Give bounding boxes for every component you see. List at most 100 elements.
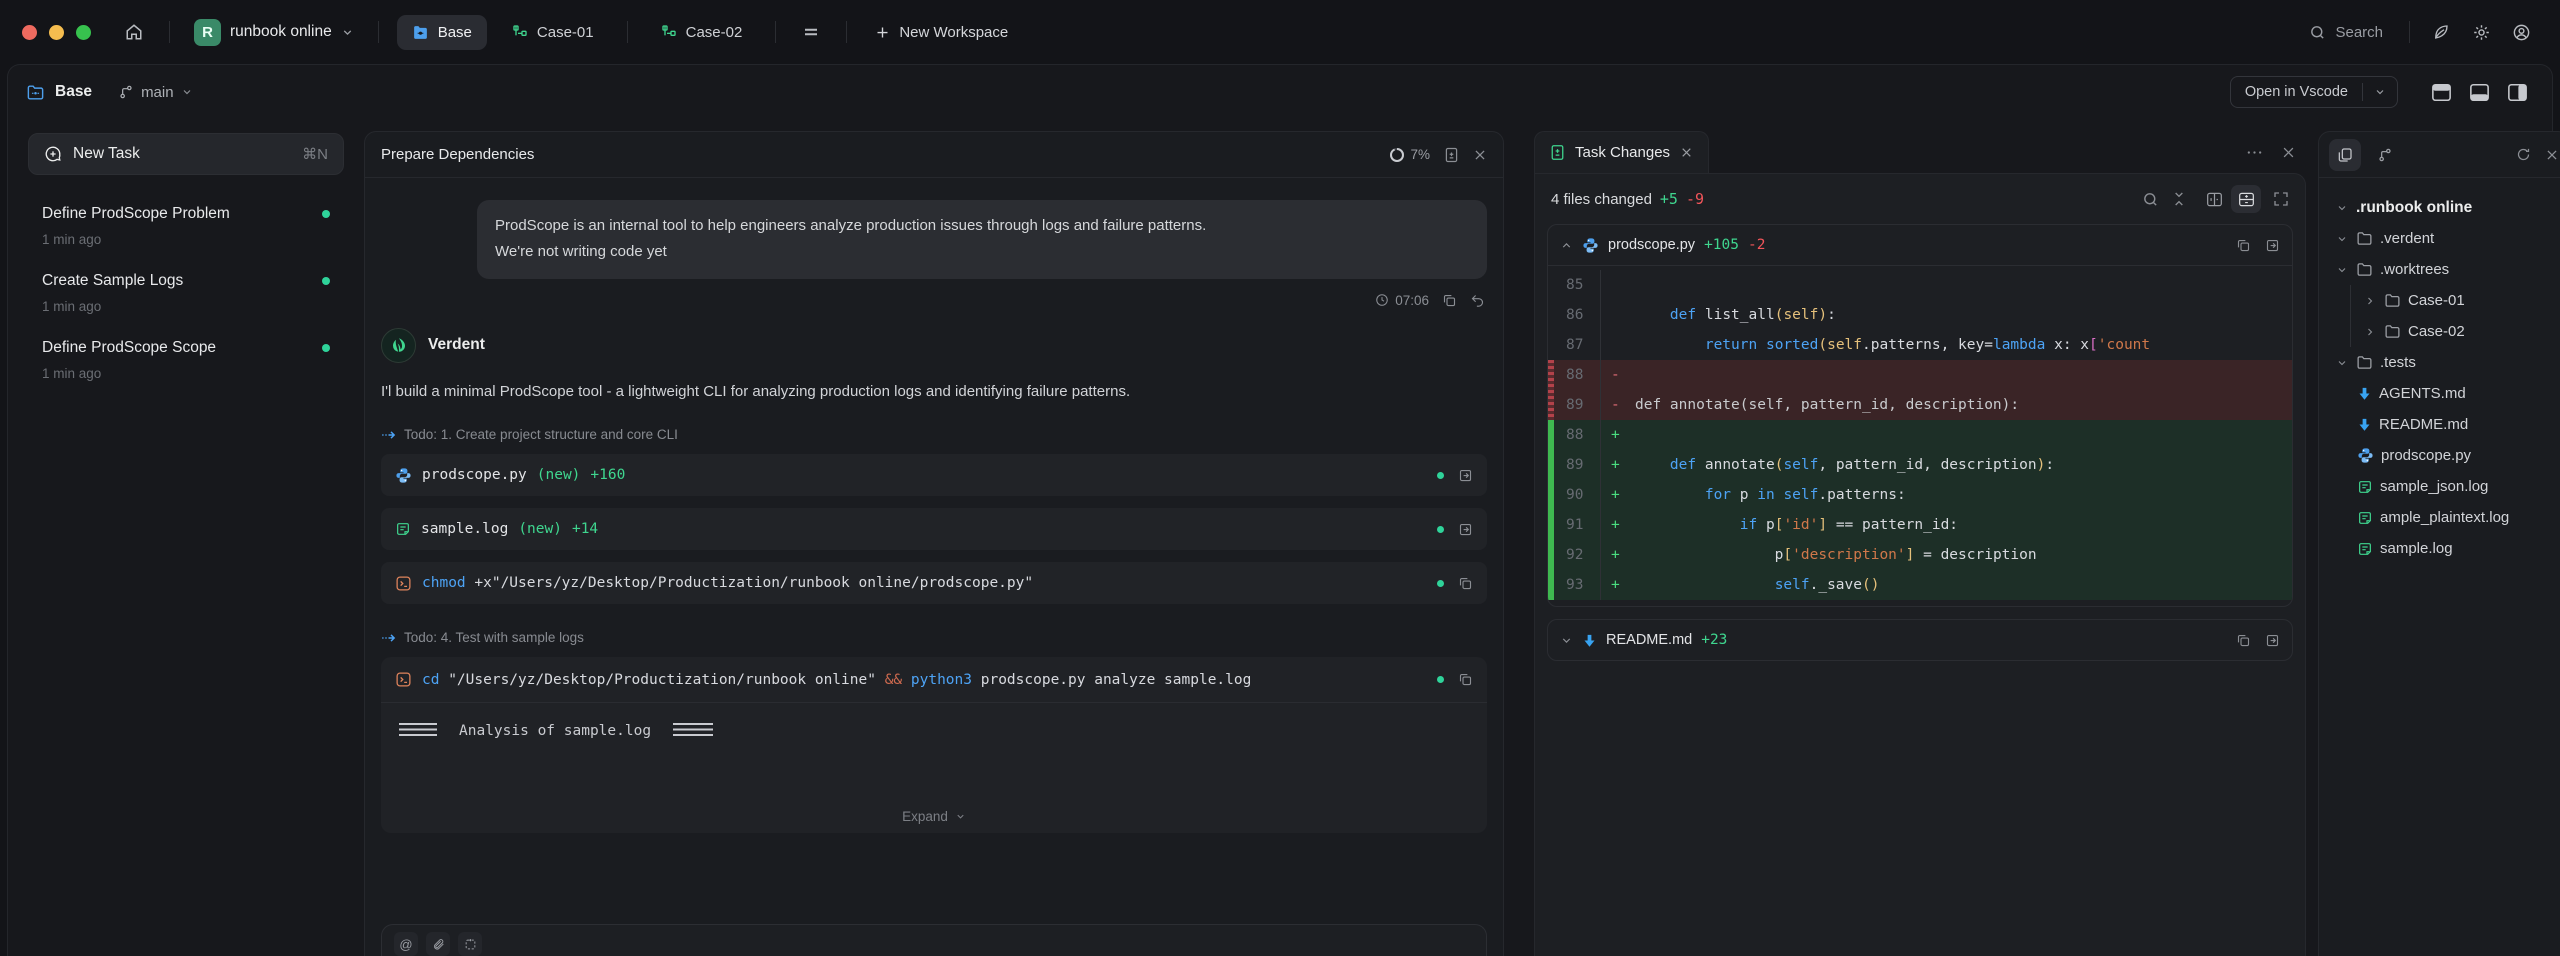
- chevron-down-icon[interactable]: [2335, 202, 2349, 214]
- tree-item[interactable]: .verdent: [2325, 223, 2560, 254]
- files-tab-icon[interactable]: [2329, 139, 2361, 171]
- workspace-switcher[interactable]: R runbook online: [188, 13, 360, 52]
- tab-list-menu-icon[interactable]: [794, 15, 828, 49]
- changed-file-card[interactable]: sample.log(new)+14: [381, 508, 1487, 550]
- python-icon: [395, 467, 412, 484]
- task-item[interactable]: Define ProdScope Problem1 min ago: [28, 193, 344, 260]
- settings-gear-icon[interactable]: [2464, 15, 2498, 49]
- collapse-all-icon[interactable]: [2171, 191, 2187, 207]
- run-command-card: cd "/Users/yz/Desktop/Productization/run…: [381, 657, 1487, 833]
- tree-item[interactable]: Case-02: [2325, 316, 2560, 347]
- search-button[interactable]: Search: [2297, 16, 2395, 49]
- search-diff-icon[interactable]: [2142, 191, 2159, 208]
- tree-root[interactable]: .runbook online: [2325, 192, 2560, 223]
- toggle-right-panel-icon[interactable]: [2500, 77, 2534, 107]
- split-view-icon[interactable]: [2199, 185, 2229, 213]
- open-file-icon[interactable]: [2265, 633, 2280, 648]
- close-tree-icon[interactable]: [2545, 148, 2559, 162]
- diff-line[interactable]: 88-: [1548, 360, 2292, 390]
- close-window-button[interactable]: [22, 25, 37, 40]
- chevron-up-icon[interactable]: [1560, 239, 1573, 252]
- account-avatar-icon[interactable]: [2504, 15, 2538, 49]
- diff-file-header[interactable]: README.md +23: [1548, 620, 2292, 660]
- code-token: cd: [422, 672, 439, 688]
- feedback-quill-icon[interactable]: [2424, 15, 2458, 49]
- timestamp: 07:06: [1375, 293, 1429, 308]
- chevron-down-icon[interactable]: [2363, 79, 2397, 105]
- tree-item[interactable]: sample.log: [2325, 533, 2560, 564]
- run-command-header[interactable]: cd "/Users/yz/Desktop/Productization/run…: [381, 657, 1487, 703]
- mention-icon[interactable]: @: [394, 932, 418, 956]
- tree-item[interactable]: .tests: [2325, 347, 2560, 378]
- unified-view-icon[interactable]: [2231, 185, 2261, 213]
- code-token: def: [1670, 307, 1696, 323]
- tab-case-02[interactable]: Case-02: [646, 15, 758, 50]
- toggle-bottom-panel-icon[interactable]: [2462, 77, 2496, 107]
- tree-item[interactable]: prodscope.py: [2325, 440, 2560, 471]
- attach-icon[interactable]: [426, 932, 450, 956]
- diff-line[interactable]: 91+ if p['id'] == pattern_id:: [1548, 510, 2292, 540]
- new-workspace-button[interactable]: New Workspace: [865, 16, 1018, 49]
- screenshot-icon[interactable]: [458, 932, 482, 956]
- tree-item[interactable]: .worktrees: [2325, 254, 2560, 285]
- minimize-window-button[interactable]: [49, 25, 64, 40]
- copy-message-icon[interactable]: [1442, 293, 1457, 308]
- chmod-command-card[interactable]: chmod +x"/Users/yz/Desktop/Productizatio…: [381, 562, 1487, 604]
- folder-icon: [2356, 261, 2373, 278]
- open-file-icon[interactable]: [1458, 468, 1473, 483]
- copy-command-icon[interactable]: [1458, 576, 1473, 591]
- refresh-icon[interactable]: [2516, 147, 2531, 162]
- changed-file-card[interactable]: prodscope.py(new)+160: [381, 454, 1487, 496]
- chat-scroll-area[interactable]: ProdScope is an internal tool to help en…: [365, 178, 1503, 956]
- open-in-vscode-button[interactable]: Open in Vscode: [2230, 76, 2398, 108]
- tab-case-01[interactable]: Case-01: [497, 15, 609, 50]
- more-options-icon[interactable]: [2246, 150, 2263, 155]
- chevron-down-icon[interactable]: [2335, 357, 2349, 369]
- diff-line[interactable]: 93+ self._save(): [1548, 570, 2292, 600]
- message-composer[interactable]: @: [381, 924, 1487, 956]
- zoom-window-button[interactable]: [76, 25, 91, 40]
- expand-output-button[interactable]: Expand: [381, 799, 1487, 833]
- diff-line[interactable]: 89-def annotate(self, pattern_id, descri…: [1548, 390, 2292, 420]
- close-tab-icon[interactable]: [1680, 146, 1693, 159]
- chevron-down-icon[interactable]: [2335, 264, 2349, 276]
- source-control-tab-icon[interactable]: [2369, 139, 2401, 171]
- diff-line[interactable]: 89+ def annotate(self, pattern_id, descr…: [1548, 450, 2292, 480]
- diff-file-icon[interactable]: [1444, 147, 1459, 163]
- task-item[interactable]: Define ProdScope Scope1 min ago: [28, 327, 344, 394]
- diff-line[interactable]: 87 return sorted(self.patterns, key=lamb…: [1548, 330, 2292, 360]
- tab-base[interactable]: Base: [397, 15, 487, 50]
- tree-item[interactable]: README.md: [2325, 409, 2560, 440]
- copy-file-icon[interactable]: [2236, 633, 2251, 648]
- tree-item[interactable]: Case-01: [2325, 285, 2560, 316]
- home-icon[interactable]: [117, 15, 151, 49]
- tree-item[interactable]: sample_json.log: [2325, 471, 2560, 502]
- close-panel-icon[interactable]: [2281, 145, 2296, 160]
- diff-line[interactable]: 92+ p['description'] = description: [1548, 540, 2292, 570]
- chevron-right-icon[interactable]: [2363, 326, 2377, 338]
- tree-item[interactable]: ample_plaintext.log: [2325, 502, 2560, 533]
- new-task-button[interactable]: New Task ⌘N: [28, 133, 344, 175]
- expand-label: Expand: [902, 809, 948, 824]
- open-file-icon[interactable]: [1458, 522, 1473, 537]
- diff-line[interactable]: 88+: [1548, 420, 2292, 450]
- branch-selector[interactable]: main: [118, 84, 193, 101]
- close-chat-icon[interactable]: [1473, 148, 1487, 162]
- chevron-right-icon[interactable]: [2363, 295, 2377, 307]
- task-changes-tab[interactable]: Task Changes: [1534, 131, 1709, 173]
- chevron-down-icon[interactable]: [2335, 233, 2349, 245]
- diff-file-header[interactable]: prodscope.py +105 -2: [1548, 225, 2292, 265]
- copy-file-icon[interactable]: [2236, 238, 2251, 253]
- copy-command-icon[interactable]: [1458, 672, 1473, 687]
- open-file-icon[interactable]: [2265, 238, 2280, 253]
- diff-line[interactable]: 86 def list_all(self):: [1548, 300, 2292, 330]
- chevron-down-icon[interactable]: [1560, 634, 1573, 647]
- retry-message-icon[interactable]: [1470, 293, 1485, 308]
- task-item[interactable]: Create Sample Logs1 min ago: [28, 260, 344, 327]
- diff-line[interactable]: 85: [1548, 270, 2292, 300]
- diff-line[interactable]: 90+ for p in self.patterns:: [1548, 480, 2292, 510]
- divider: [775, 21, 776, 43]
- toggle-top-panel-icon[interactable]: [2424, 77, 2458, 107]
- fullscreen-icon[interactable]: [2273, 191, 2289, 207]
- tree-item[interactable]: AGENTS.md: [2325, 378, 2560, 409]
